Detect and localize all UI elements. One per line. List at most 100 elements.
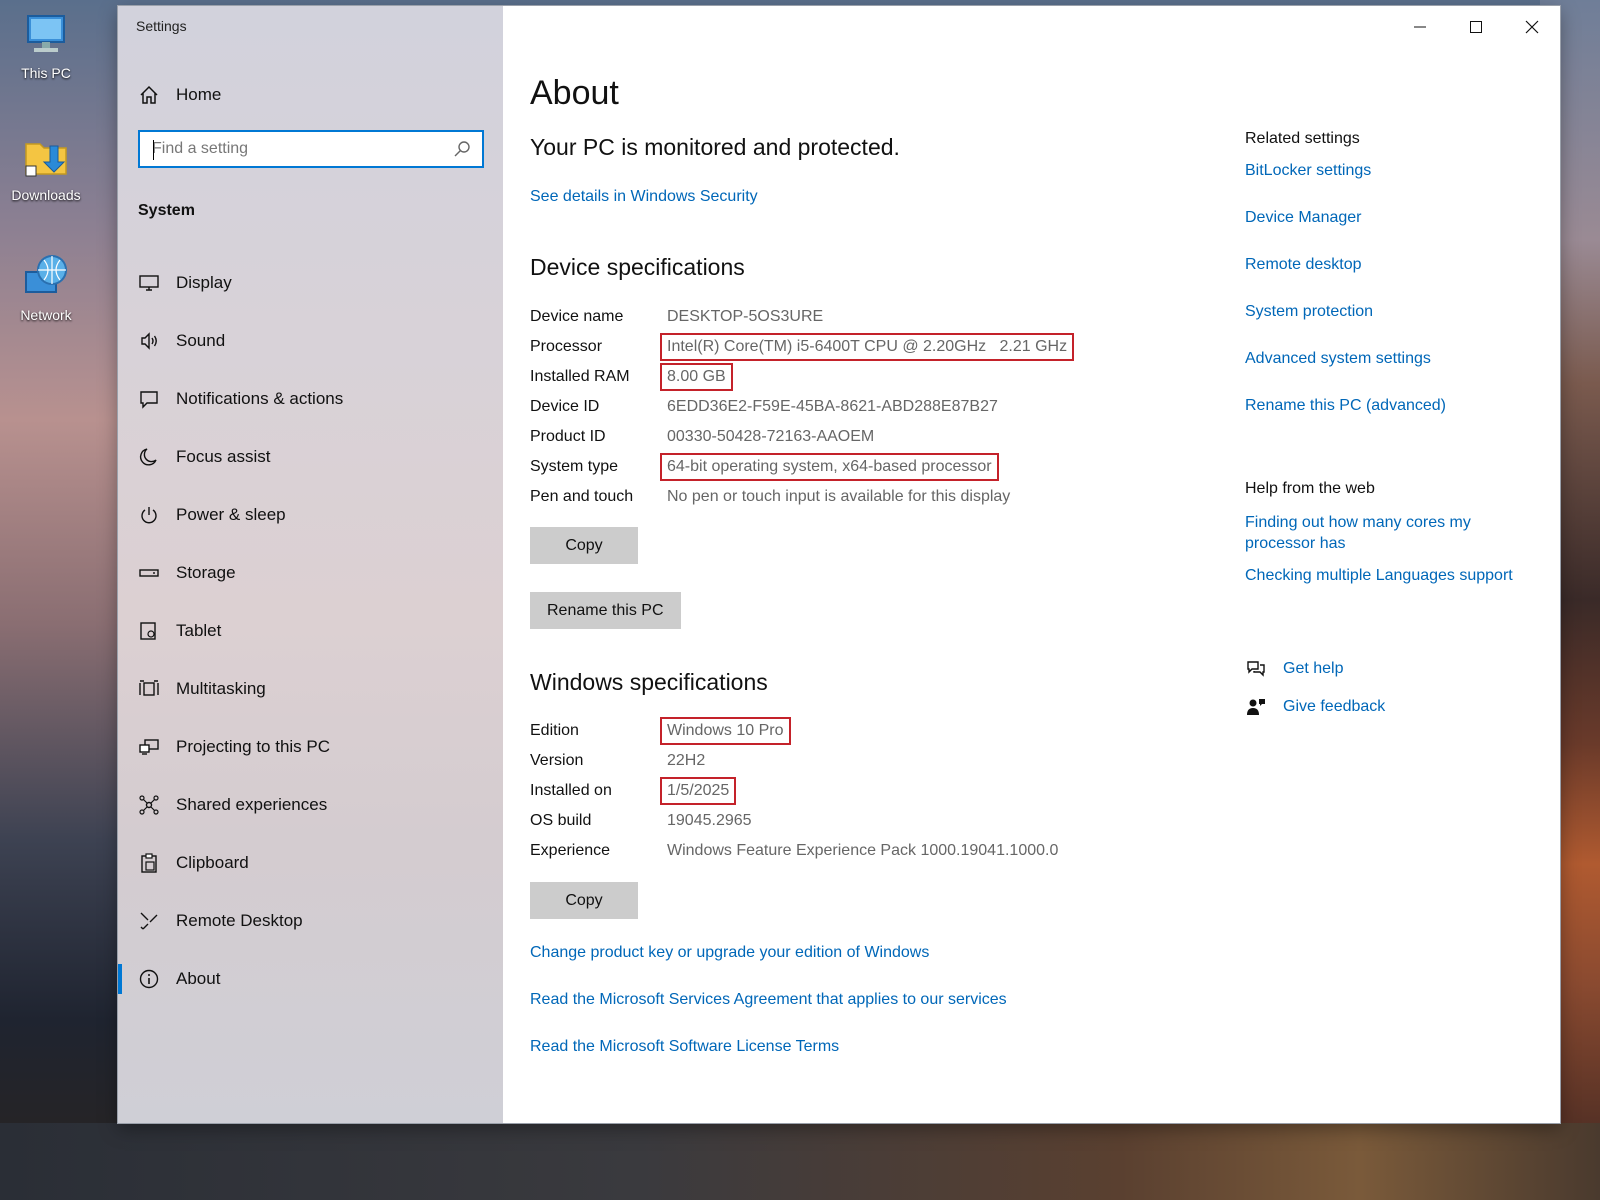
sidebar-item-shared-experiences[interactable]: Shared experiences <box>118 776 503 834</box>
spec-key: Device name <box>530 308 624 325</box>
desktop-icon-network[interactable]: Network <box>6 252 86 323</box>
device-manager-link[interactable]: Device Manager <box>1245 207 1545 229</box>
search-input[interactable] <box>140 132 452 166</box>
spec-key: System type <box>530 458 619 475</box>
spec-row-installed-ram: Installed RAM 8.00 GB <box>530 362 1069 392</box>
computer-icon <box>27 15 65 52</box>
sidebar-item-label: Multitasking <box>176 679 266 698</box>
sidebar-item-multitasking[interactable]: Multitasking <box>118 660 503 718</box>
sidebar-item-clipboard[interactable]: Clipboard <box>118 834 503 892</box>
sidebar-item-label: Remote Desktop <box>176 911 303 930</box>
spec-row-version: Version 22H2 <box>530 746 1058 776</box>
get-help-row[interactable]: Get help <box>1245 658 1385 680</box>
speaker-icon <box>141 332 157 350</box>
desktop-icon-this-pc[interactable]: This PC <box>6 10 86 81</box>
spec-key: Experience <box>530 842 611 859</box>
clipboard-icon <box>141 853 157 873</box>
change-product-key-link[interactable]: Change product key or upgrade your editi… <box>530 944 929 962</box>
sidebar-item-label: Display <box>176 273 232 292</box>
multitasking-icon <box>139 680 159 696</box>
give-feedback-link[interactable]: Give feedback <box>1283 698 1385 716</box>
spec-value: 19045.2965 <box>667 812 752 829</box>
spec-value-highlighted: 8.00 GB <box>660 363 733 391</box>
languages-help-link[interactable]: Checking multiple Languages support <box>1245 565 1545 586</box>
sidebar-item-sound[interactable]: Sound <box>118 312 503 370</box>
desktop-icon-label: Downloads <box>11 187 81 203</box>
spec-key: Version <box>530 752 584 769</box>
spec-key: Device ID <box>530 398 600 415</box>
spec-row-processor: Processor Intel(R) Core(TM) i5-6400T CPU… <box>530 332 1075 362</box>
text-caret <box>153 140 154 160</box>
spec-key: Processor <box>530 338 603 355</box>
cores-help-link[interactable]: Finding out how many cores my processor … <box>1245 512 1545 554</box>
sidebar-item-label: Notifications & actions <box>176 389 344 408</box>
search-box[interactable] <box>138 130 484 168</box>
sidebar-item-remote-desktop[interactable]: Remote Desktop <box>118 892 503 950</box>
settings-window: Settings Home System Display <box>118 6 1560 1123</box>
section-label-system: System <box>138 202 195 219</box>
search-icon[interactable] <box>452 139 472 159</box>
help-from-web-heading: Help from the web <box>1245 480 1375 497</box>
sidebar-item-projecting[interactable]: Projecting to this PC <box>118 718 503 776</box>
protection-message: Your PC is monitored and protected. <box>530 134 900 160</box>
spec-value: 00330-50428-72163-AAOEM <box>667 428 875 445</box>
license-terms-link[interactable]: Read the Microsoft Software License Term… <box>530 1038 839 1056</box>
services-agreement-link[interactable]: Read the Microsoft Services Agreement th… <box>530 991 1007 1009</box>
desktop-icon-label: This PC <box>21 65 71 81</box>
spec-row-device-name: Device name DESKTOP-5OS3URE <box>530 302 1069 332</box>
spec-row-system-type: System type 64-bit operating system, x64… <box>530 452 1069 482</box>
desktop-icon-label: Network <box>20 307 72 323</box>
sidebar-item-label: Storage <box>176 563 236 582</box>
spec-key: Installed on <box>530 782 612 799</box>
related-settings: Related settings BitLocker settings Devi… <box>1245 130 1545 442</box>
remote-desktop-link[interactable]: Remote desktop <box>1245 254 1545 276</box>
rename-pc-button[interactable]: Rename this PC <box>530 592 681 629</box>
spec-key: Product ID <box>530 428 606 445</box>
window-title: Settings <box>136 18 187 34</box>
drive-icon <box>139 569 159 577</box>
spec-row-device-id: Device ID 6EDD36E2-F59E-45BA-8621-ABD288… <box>530 392 1069 422</box>
spec-value-highlighted: 64-bit operating system, x64-based proce… <box>660 453 999 481</box>
spec-value: 22H2 <box>667 752 706 769</box>
sidebar-item-label: About <box>176 969 221 988</box>
sidebar-item-notifications[interactable]: Notifications & actions <box>118 370 503 428</box>
spec-row-product-id: Product ID 00330-50428-72163-AAOEM <box>530 422 1069 452</box>
windows-specs-heading: Windows specifications <box>530 669 768 695</box>
system-protection-link[interactable]: System protection <box>1245 301 1545 323</box>
copy-windows-specs-button[interactable]: Copy <box>530 882 638 919</box>
remote-desktop-icon <box>140 912 158 930</box>
sidebar-item-focus-assist[interactable]: Focus assist <box>118 428 503 486</box>
give-feedback-row[interactable]: Give feedback <box>1245 696 1385 718</box>
spec-row-os-build: OS build 19045.2965 <box>530 806 1058 836</box>
spec-row-edition: Edition Windows 10 Pro <box>530 716 1058 746</box>
power-icon <box>141 507 157 524</box>
windows-security-link[interactable]: See details in Windows Security <box>530 188 758 206</box>
sidebar-nav: Display Sound Notifications & actions Fo… <box>118 254 503 1008</box>
sidebar-item-display[interactable]: Display <box>118 254 503 312</box>
sidebar-item-label: Sound <box>176 331 226 350</box>
spec-key: Installed RAM <box>530 368 630 385</box>
sidebar-item-power-sleep[interactable]: Power & sleep <box>118 486 503 544</box>
get-help-link[interactable]: Get help <box>1283 660 1343 678</box>
copy-device-specs-button[interactable]: Copy <box>530 527 638 564</box>
sidebar-item-tablet[interactable]: Tablet <box>118 602 503 660</box>
sidebar-item-label: Focus assist <box>176 447 271 466</box>
bitlocker-settings-link[interactable]: BitLocker settings <box>1245 160 1545 182</box>
sidebar-item-storage[interactable]: Storage <box>118 544 503 602</box>
sidebar-item-label: Clipboard <box>176 853 249 872</box>
downloads-folder-icon <box>25 143 67 177</box>
device-specs-heading: Device specifications <box>530 254 745 280</box>
spec-value: 6EDD36E2-F59E-45BA-8621-ABD288E87B27 <box>667 398 998 415</box>
desktop-icon-downloads[interactable]: Downloads <box>6 132 86 203</box>
shared-icon <box>139 795 159 815</box>
sidebar-item-about[interactable]: About <box>118 950 503 1008</box>
rename-pc-advanced-link[interactable]: Rename this PC (advanced) <box>1245 395 1545 417</box>
advanced-system-settings-link[interactable]: Advanced system settings <box>1245 348 1545 370</box>
help-from-web: Help from the web Finding out how many c… <box>1245 480 1545 597</box>
home-icon <box>140 85 158 104</box>
projecting-icon <box>139 739 159 755</box>
chat-help-icon <box>1247 661 1265 677</box>
sidebar-home[interactable]: Home <box>138 84 221 106</box>
spec-row-experience: Experience Windows Feature Experience Pa… <box>530 836 1058 866</box>
sidebar-item-label: Shared experiences <box>176 795 328 814</box>
